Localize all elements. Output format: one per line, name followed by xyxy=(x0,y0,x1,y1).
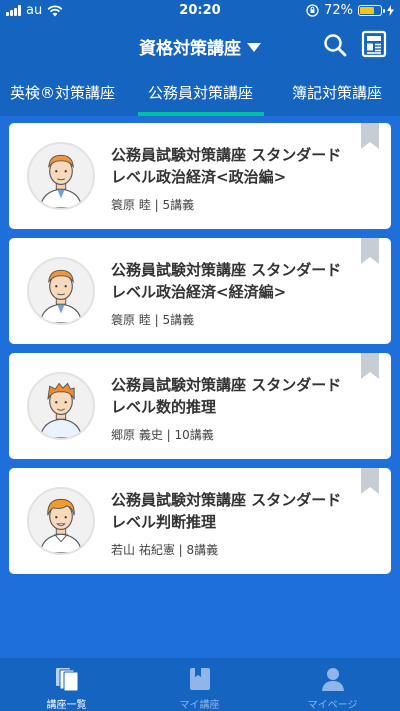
course-meta: 若山 祐紀憲 | 8講義 xyxy=(111,543,219,557)
lecturer-avatar xyxy=(27,257,95,325)
course-title: 公務員試験対策講座 スタンダード レベル判断推理 xyxy=(111,491,342,531)
chevron-down-icon xyxy=(247,43,261,52)
course-tabs: 英検®対策講座 公務員対策講座 簿記対策講座 xyxy=(0,68,400,116)
header-title-text: 資格対策講座 xyxy=(139,39,241,59)
course-meta: 簑原 睦 | 5講義 xyxy=(111,313,195,327)
nav-my-page[interactable]: マイページ xyxy=(266,658,399,711)
lecturer-avatar xyxy=(27,142,95,210)
newspaper-icon[interactable] xyxy=(360,30,388,58)
search-icon[interactable] xyxy=(322,32,348,58)
lecturer-avatar xyxy=(27,372,95,440)
nav-label: マイページ xyxy=(307,700,358,711)
course-title: 公務員試験対策講座 スタンダード レベル政治経済<政治編> xyxy=(111,146,342,186)
nav-label: マイ講座 xyxy=(179,700,220,711)
bookmark-icon[interactable] xyxy=(361,238,379,264)
course-card[interactable]: 公務員試験対策講座 スタンダード レベル政治経済<経済編> 簑原 睦 | 5講義 xyxy=(9,238,391,344)
tab-eiken[interactable]: 英検®対策講座 xyxy=(10,82,115,103)
tab-boki[interactable]: 簿記対策講座 xyxy=(292,82,382,103)
status-bar: au 20:20 72% xyxy=(0,0,400,22)
library-icon xyxy=(55,668,78,692)
charging-icon xyxy=(387,5,394,16)
course-title: 公務員試験対策講座 スタンダード レベル数的推理 xyxy=(111,376,342,416)
orientation-lock-icon xyxy=(306,4,319,17)
nav-course-list[interactable]: 講座一覧 xyxy=(0,658,133,711)
course-meta: 簑原 睦 | 5講義 xyxy=(111,198,195,212)
battery-icon xyxy=(358,5,385,16)
bottom-nav: 講座一覧 マイ講座 マイページ xyxy=(0,658,400,711)
book-icon xyxy=(189,668,210,690)
bookmark-icon[interactable] xyxy=(361,123,379,149)
lecturer-avatar xyxy=(27,487,95,555)
course-card[interactable]: 公務員試験対策講座 スタンダード レベル政治経済<政治編> 簑原 睦 | 5講義 xyxy=(9,123,391,229)
course-card[interactable]: 公務員試験対策講座 スタンダード レベル数的推理 郷原 義史 | 10講義 xyxy=(9,353,391,459)
app-header: 資格対策講座 xyxy=(0,22,400,68)
battery-percent: 72% xyxy=(324,3,353,18)
person-icon xyxy=(321,668,344,691)
bookmark-icon[interactable] xyxy=(361,353,379,379)
status-right: 72% xyxy=(306,3,394,18)
bookmark-icon[interactable] xyxy=(361,468,379,494)
course-meta: 郷原 義史 | 10講義 xyxy=(111,428,214,442)
nav-my-courses[interactable]: マイ講座 xyxy=(133,658,266,711)
nav-label: 講座一覧 xyxy=(46,700,87,711)
course-title: 公務員試験対策講座 スタンダード レベル政治経済<経済編> xyxy=(111,261,342,301)
course-card[interactable]: 公務員試験対策講座 スタンダード レベル判断推理 若山 祐紀憲 | 8講義 xyxy=(9,468,391,574)
course-list: 公務員試験対策講座 スタンダード レベル政治経済<政治編> 簑原 睦 | 5講義… xyxy=(0,116,400,658)
tab-koumuin[interactable]: 公務員対策講座 xyxy=(148,82,253,103)
